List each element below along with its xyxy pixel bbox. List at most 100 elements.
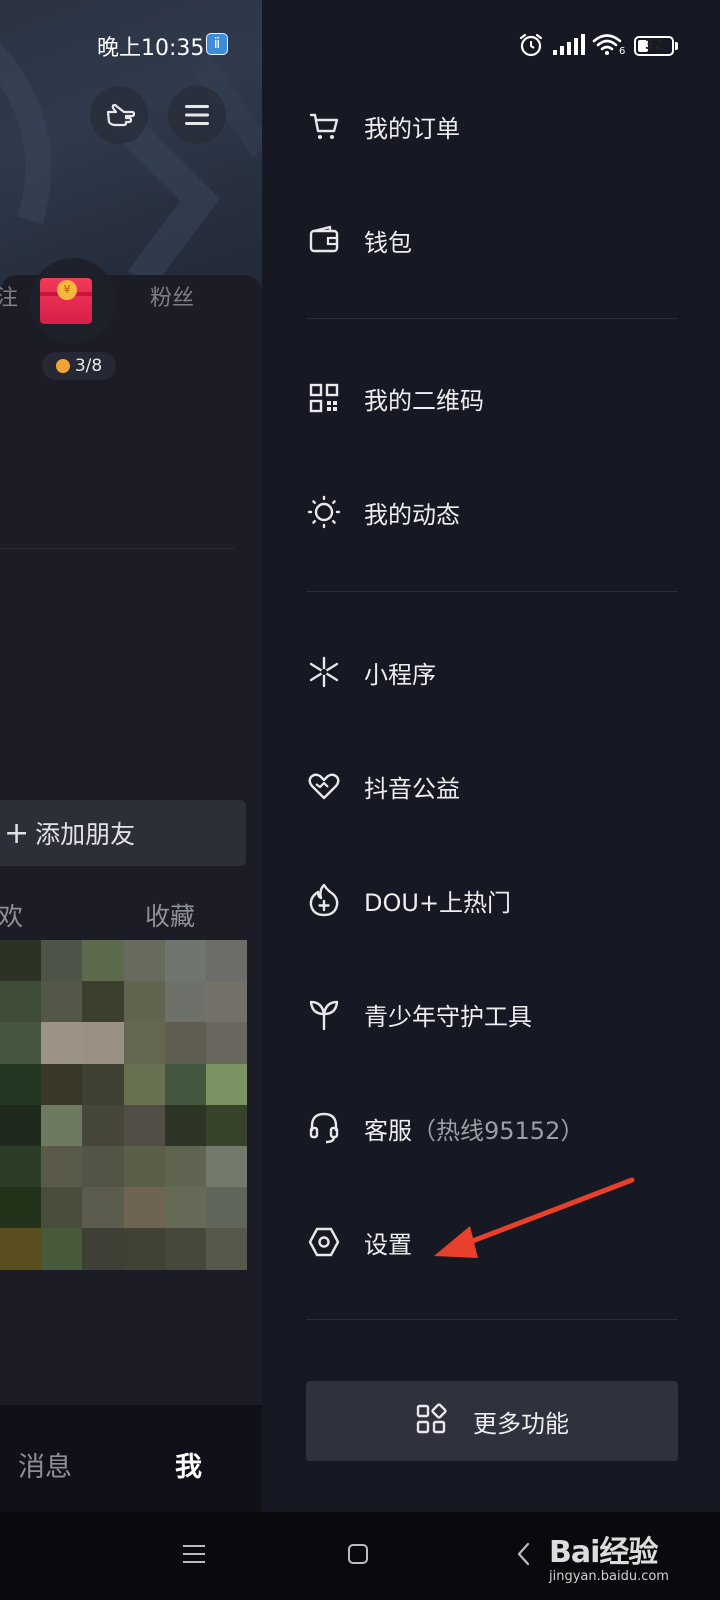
mosaic-tile bbox=[164, 1228, 206, 1270]
menu-label: 我的订单 bbox=[364, 114, 460, 143]
mosaic-tile bbox=[123, 1022, 165, 1064]
mosaic-tile bbox=[123, 1228, 165, 1270]
side-drawer: 我的订单 钱包 我的二维码 我的动态 小程序 抖音公益 DOU+上热门 青少年守… bbox=[262, 0, 720, 1512]
mosaic-tile bbox=[82, 1022, 124, 1064]
mosaic-tile bbox=[41, 1022, 83, 1064]
menu-label: 钱包 bbox=[364, 228, 412, 257]
battery-icon: 32 bbox=[634, 36, 674, 56]
menu-item-wallet[interactable]: 钱包 bbox=[306, 210, 412, 270]
tab-me[interactable]: 我 bbox=[175, 1445, 202, 1484]
mosaic-tile bbox=[0, 1187, 42, 1229]
menu-label: DOU+上热门 bbox=[364, 888, 512, 917]
mosaic-tile bbox=[41, 1145, 83, 1188]
menu-item-youth-protection[interactable]: 青少年守护工具 bbox=[306, 984, 532, 1044]
menu-item-activity[interactable]: 我的动态 bbox=[306, 482, 460, 542]
mosaic-tile bbox=[82, 1063, 124, 1105]
task-progress-badge: 3/8 bbox=[42, 352, 116, 380]
menu-item-dou-plus[interactable]: DOU+上热门 bbox=[306, 870, 511, 930]
mosaic-tile bbox=[41, 1063, 83, 1105]
mosaic-tile bbox=[0, 1063, 42, 1105]
mosaic-tile bbox=[205, 1228, 248, 1270]
mosaic-tile bbox=[41, 1228, 83, 1270]
activity-sun-icon bbox=[306, 494, 342, 530]
mosaic-tile bbox=[0, 981, 42, 1023]
following-label: 注 bbox=[0, 286, 19, 311]
mosaic-tile bbox=[205, 1187, 248, 1229]
back-chevron-icon[interactable] bbox=[516, 1542, 530, 1566]
grid-shapes-icon bbox=[415, 1403, 447, 1439]
mosaic-tile bbox=[0, 1228, 42, 1270]
mosaic-tile bbox=[164, 981, 206, 1023]
mosaic-tile bbox=[123, 1104, 165, 1146]
clock: 晚上10:35 bbox=[97, 36, 205, 61]
hotline-text: （热线95152） bbox=[412, 1116, 585, 1145]
visitor-button[interactable] bbox=[90, 86, 148, 144]
watermark-url: jingyan.baidu.com bbox=[549, 1569, 669, 1584]
mosaic-tile bbox=[0, 1104, 42, 1146]
mosaic-tile bbox=[123, 981, 165, 1023]
menu-label: 小程序 bbox=[364, 660, 436, 689]
mosaic-tile bbox=[164, 1022, 206, 1064]
battery-nub bbox=[675, 42, 678, 50]
status-bar: 晚上10:35 ⅱ 6 32 bbox=[0, 0, 720, 90]
mosaic-tile bbox=[164, 1063, 206, 1105]
mosaic-tile bbox=[123, 940, 165, 982]
more-features-button[interactable]: 更多功能 bbox=[306, 1381, 678, 1461]
menu-item-orders[interactable]: 我的订单 bbox=[306, 96, 460, 156]
menu-label: 抖音公益 bbox=[364, 774, 460, 803]
mosaic-tile bbox=[205, 1145, 248, 1188]
progress-text: 3/8 bbox=[74, 356, 103, 376]
mosaic-tile bbox=[205, 1104, 248, 1146]
menu-button[interactable] bbox=[168, 86, 226, 144]
moon-icon bbox=[55, 359, 70, 373]
plus-icon: + bbox=[4, 815, 30, 851]
mosaic-tile bbox=[41, 1187, 83, 1229]
settings-hexagon-icon bbox=[306, 1224, 342, 1260]
qr-code-icon bbox=[306, 380, 342, 416]
home-square-icon[interactable] bbox=[347, 1543, 369, 1565]
tab-messages[interactable]: 消息 bbox=[18, 1445, 72, 1484]
menu-item-qr-code[interactable]: 我的二维码 bbox=[306, 368, 484, 428]
divider bbox=[306, 318, 678, 319]
watermark-brand: Bai经验 bbox=[549, 1535, 658, 1570]
menu-item-settings[interactable]: 设置 bbox=[306, 1212, 412, 1272]
menu-item-customer-service[interactable]: 客服 （热线95152） bbox=[306, 1098, 584, 1158]
headset-icon bbox=[306, 1110, 342, 1146]
cart-icon bbox=[306, 108, 342, 144]
pointing-hand-icon bbox=[106, 103, 136, 127]
blurred-video-thumbnail[interactable] bbox=[0, 940, 248, 1270]
charity-heart-icon bbox=[306, 768, 342, 804]
notification-app-icon: ⅱ bbox=[206, 33, 228, 55]
mosaic-tile bbox=[164, 1145, 206, 1188]
red-packet-button[interactable]: ¥ bbox=[30, 258, 116, 344]
menu-item-charity[interactable]: 抖音公益 bbox=[306, 756, 460, 816]
dou-plus-icon bbox=[306, 882, 342, 918]
mosaic-tile bbox=[164, 1104, 206, 1146]
mosaic-tile bbox=[82, 1145, 124, 1188]
mosaic-tile bbox=[41, 981, 83, 1023]
divider bbox=[306, 591, 678, 592]
menu-label: 设置 bbox=[364, 1230, 412, 1259]
mosaic-tile bbox=[0, 1022, 42, 1064]
add-friend-button[interactable]: + 添加朋友 bbox=[0, 800, 246, 866]
tab-favorites[interactable]: 收藏 bbox=[145, 897, 195, 933]
tab-likes[interactable]: 欢 bbox=[0, 897, 23, 933]
mosaic-tile bbox=[123, 1187, 165, 1229]
hamburger-icon bbox=[185, 105, 209, 125]
mosaic-tile bbox=[123, 1063, 165, 1105]
recents-menu-icon[interactable] bbox=[183, 1544, 205, 1564]
menu-label: 青少年守护工具 bbox=[364, 1002, 532, 1031]
mosaic-tile bbox=[41, 1104, 83, 1146]
bottom-tab-bar: 消息 我 bbox=[0, 1405, 262, 1512]
followers-label: 粉丝 bbox=[150, 286, 195, 311]
menu-item-mini-program[interactable]: 小程序 bbox=[306, 642, 436, 702]
battery-level: 32 bbox=[644, 38, 664, 53]
menu-label: 我的动态 bbox=[364, 500, 460, 529]
mosaic-tile bbox=[164, 940, 206, 982]
add-friend-label: 添加朋友 bbox=[35, 820, 136, 849]
menu-label: 客服 bbox=[364, 1116, 412, 1145]
mosaic-tile bbox=[82, 981, 124, 1023]
mosaic-tile bbox=[82, 940, 124, 982]
baidu-jingyan-watermark: Bai经验 jingyan.baidu.com bbox=[549, 1527, 669, 1584]
mosaic-tile bbox=[82, 1187, 124, 1229]
